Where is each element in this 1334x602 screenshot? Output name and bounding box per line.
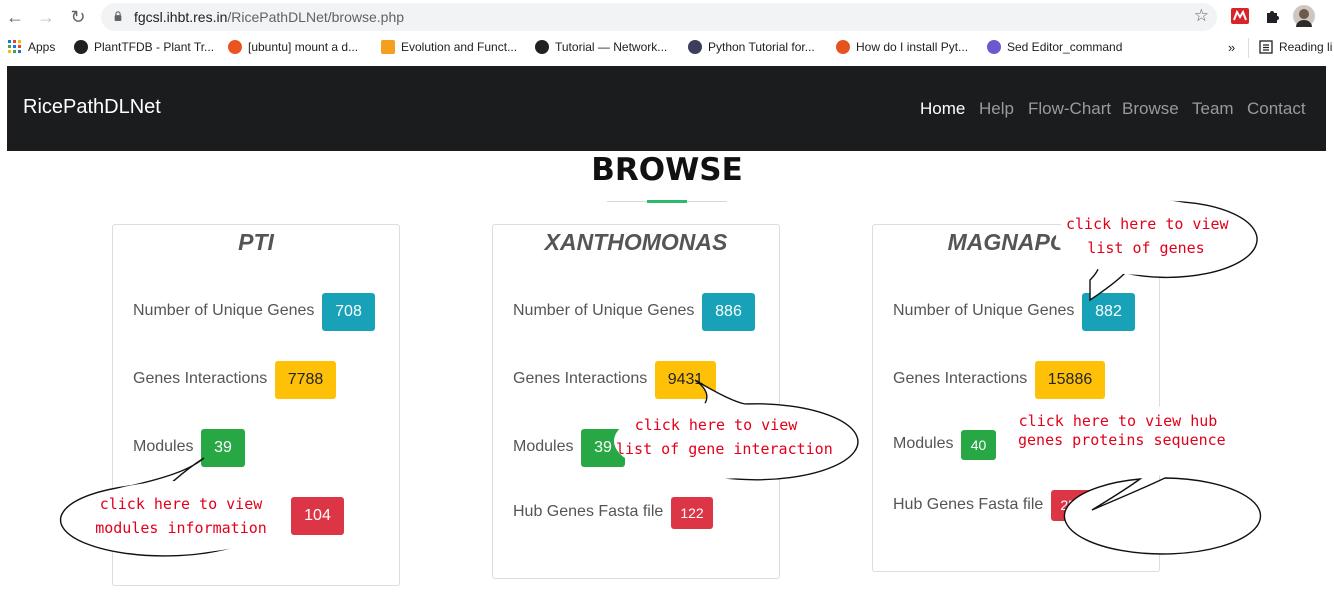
interactions-label: Genes Interactions	[513, 370, 648, 387]
modules-badge[interactable]: 39	[201, 429, 245, 467]
interactions-badge[interactable]: 7788	[275, 361, 336, 399]
callout-genes-text: click here to view list of genes	[1066, 212, 1229, 260]
interactions-badge[interactable]: 9431	[655, 361, 716, 399]
card-title: XANTHOMONAS	[544, 229, 728, 255]
apps-grid-icon	[8, 40, 21, 53]
mendeley-extension-icon[interactable]	[1230, 6, 1250, 26]
unique-genes-badge[interactable]: 886	[702, 293, 755, 331]
hub-genes-label: Hub Genes Fasta file	[513, 503, 664, 520]
site-icon	[987, 40, 1001, 54]
bookmarks-overflow-icon[interactable]: »	[1228, 40, 1235, 55]
unique-genes-label: Number of Unique Genes	[893, 302, 1075, 319]
card-title: PTI	[238, 229, 274, 255]
github-icon	[688, 40, 702, 54]
interactions-badge[interactable]: 15886	[1035, 361, 1105, 399]
unique-genes-badge[interactable]: 708	[322, 293, 375, 331]
globe-icon	[74, 40, 88, 54]
callout-line: genes proteins sequence	[1018, 431, 1226, 449]
reading-list-icon	[1259, 40, 1273, 54]
interactions-label: Genes Interactions	[893, 370, 1028, 387]
interactions-label: Genes Interactions	[133, 370, 268, 387]
callout-hub-text: click here to view hub genes proteins se…	[1018, 412, 1226, 450]
nav-team[interactable]: Team	[1192, 99, 1234, 119]
pinwheel-icon	[381, 40, 395, 54]
callout-line: click here to view hub	[1018, 412, 1218, 430]
bookmark-sed-editor[interactable]: Sed Editor_command	[987, 40, 1122, 54]
forward-arrow-icon[interactable]: →	[34, 5, 58, 29]
hub-genes-badge[interactable]: 252	[1051, 490, 1093, 521]
url-path: /RicePathDLNet/browse.php	[227, 9, 405, 25]
unique-genes-badge[interactable]: 882	[1082, 293, 1135, 331]
bookmark-label: Evolution and Funct...	[401, 40, 518, 54]
card-magnaporthe: MAGNAPOR Number of Unique Genes 882 Gene…	[872, 224, 1160, 572]
puzzle-extension-icon[interactable]	[1263, 6, 1283, 26]
profile-avatar[interactable]	[1293, 5, 1315, 27]
reload-icon[interactable]: ↻	[66, 5, 90, 29]
bookmark-label: [ubuntu] mount a d...	[248, 40, 359, 54]
callout-modules-text: click here to view modules information	[81, 492, 281, 540]
bookmark-label: Tutorial — Network...	[555, 40, 668, 54]
bookmark-label: How do I install Pyt...	[856, 40, 969, 54]
unique-genes-label: Number of Unique Genes	[513, 302, 695, 319]
nav-help[interactable]: Help	[979, 99, 1014, 119]
bookmark-label: Python Tutorial for...	[708, 40, 815, 54]
modules-label: Modules	[513, 438, 574, 455]
lock-icon	[114, 11, 122, 21]
address-bar[interactable]: fgcsl.ihbt.res.in/RicePathDLNet/browse.p…	[101, 3, 1217, 31]
bookmark-python-tutorial[interactable]: Python Tutorial for...	[688, 40, 815, 54]
bookmark-tutorial-network[interactable]: Tutorial — Network...	[535, 40, 667, 54]
ubuntu-icon	[228, 40, 242, 54]
modules-badge[interactable]: 40	[961, 430, 996, 460]
bookmark-star-icon[interactable]: ☆	[1194, 6, 1209, 26]
bookmark-label: PlantTFDB - Plant Tr...	[94, 40, 215, 54]
modules-label: Modules	[133, 438, 194, 455]
reading-list-button[interactable]: Reading li	[1259, 40, 1332, 54]
bookmark-install-python[interactable]: How do I install Pyt...	[836, 40, 968, 54]
callout-line: click here to view	[634, 416, 798, 434]
modules-label: Modules	[893, 435, 954, 452]
callout-line: click here to view	[1066, 215, 1229, 233]
browser-toolbar: ← → ↻ fgcsl.ihbt.res.in/RicePathDLNet/br…	[0, 0, 1334, 34]
bookmark-evolution[interactable]: Evolution and Funct...	[381, 40, 517, 54]
globe-icon	[535, 40, 549, 54]
bookmarks-bar: Apps PlantTFDB - Plant Tr... [ubuntu] mo…	[0, 34, 1334, 62]
nav-browse[interactable]: Browse	[1122, 99, 1179, 119]
callout-line: click here to view	[99, 495, 263, 513]
site-navbar: RicePathDLNet Home Help Flow-Chart Brows…	[7, 66, 1326, 151]
callout-line: list of gene interaction	[616, 440, 833, 458]
bookmark-ubuntu[interactable]: [ubuntu] mount a d...	[228, 40, 358, 54]
hub-genes-badge[interactable]: 122	[671, 497, 713, 529]
nav-home[interactable]: Home	[920, 99, 965, 119]
hub-genes-badge[interactable]: 104	[291, 497, 344, 535]
title-accent-bar	[647, 200, 687, 203]
hub-genes-label: Hub Genes Fasta file	[893, 496, 1044, 513]
askubuntu-icon	[836, 40, 850, 54]
bookmark-planttfdb[interactable]: PlantTFDB - Plant Tr...	[74, 40, 214, 54]
nav-contact[interactable]: Contact	[1247, 99, 1306, 119]
url-domain: fgcsl.ihbt.res.in	[134, 9, 228, 25]
bookmark-label: Apps	[28, 40, 56, 54]
brand-logo[interactable]: RicePathDLNet	[23, 96, 161, 119]
bookmark-label: Sed Editor_command	[1007, 40, 1123, 54]
unique-genes-label: Number of Unique Genes	[133, 302, 315, 319]
callout-line: modules information	[95, 519, 267, 537]
bookmarks-divider	[1248, 38, 1249, 58]
page-title: BROWSE	[591, 152, 743, 188]
callout-interaction-text: click here to view list of gene interact…	[616, 413, 833, 461]
callout-line: list of genes	[1087, 239, 1205, 257]
bookmark-apps[interactable]: Apps	[8, 40, 55, 54]
card-xanthomonas: XANTHOMONAS Number of Unique Genes 886 G…	[492, 224, 780, 579]
nav-flow-chart[interactable]: Flow-Chart	[1028, 99, 1111, 119]
bookmark-label: Reading li	[1279, 40, 1333, 54]
back-arrow-icon[interactable]: ←	[3, 5, 27, 29]
url-text: fgcsl.ihbt.res.in/RicePathDLNet/browse.p…	[134, 9, 404, 25]
